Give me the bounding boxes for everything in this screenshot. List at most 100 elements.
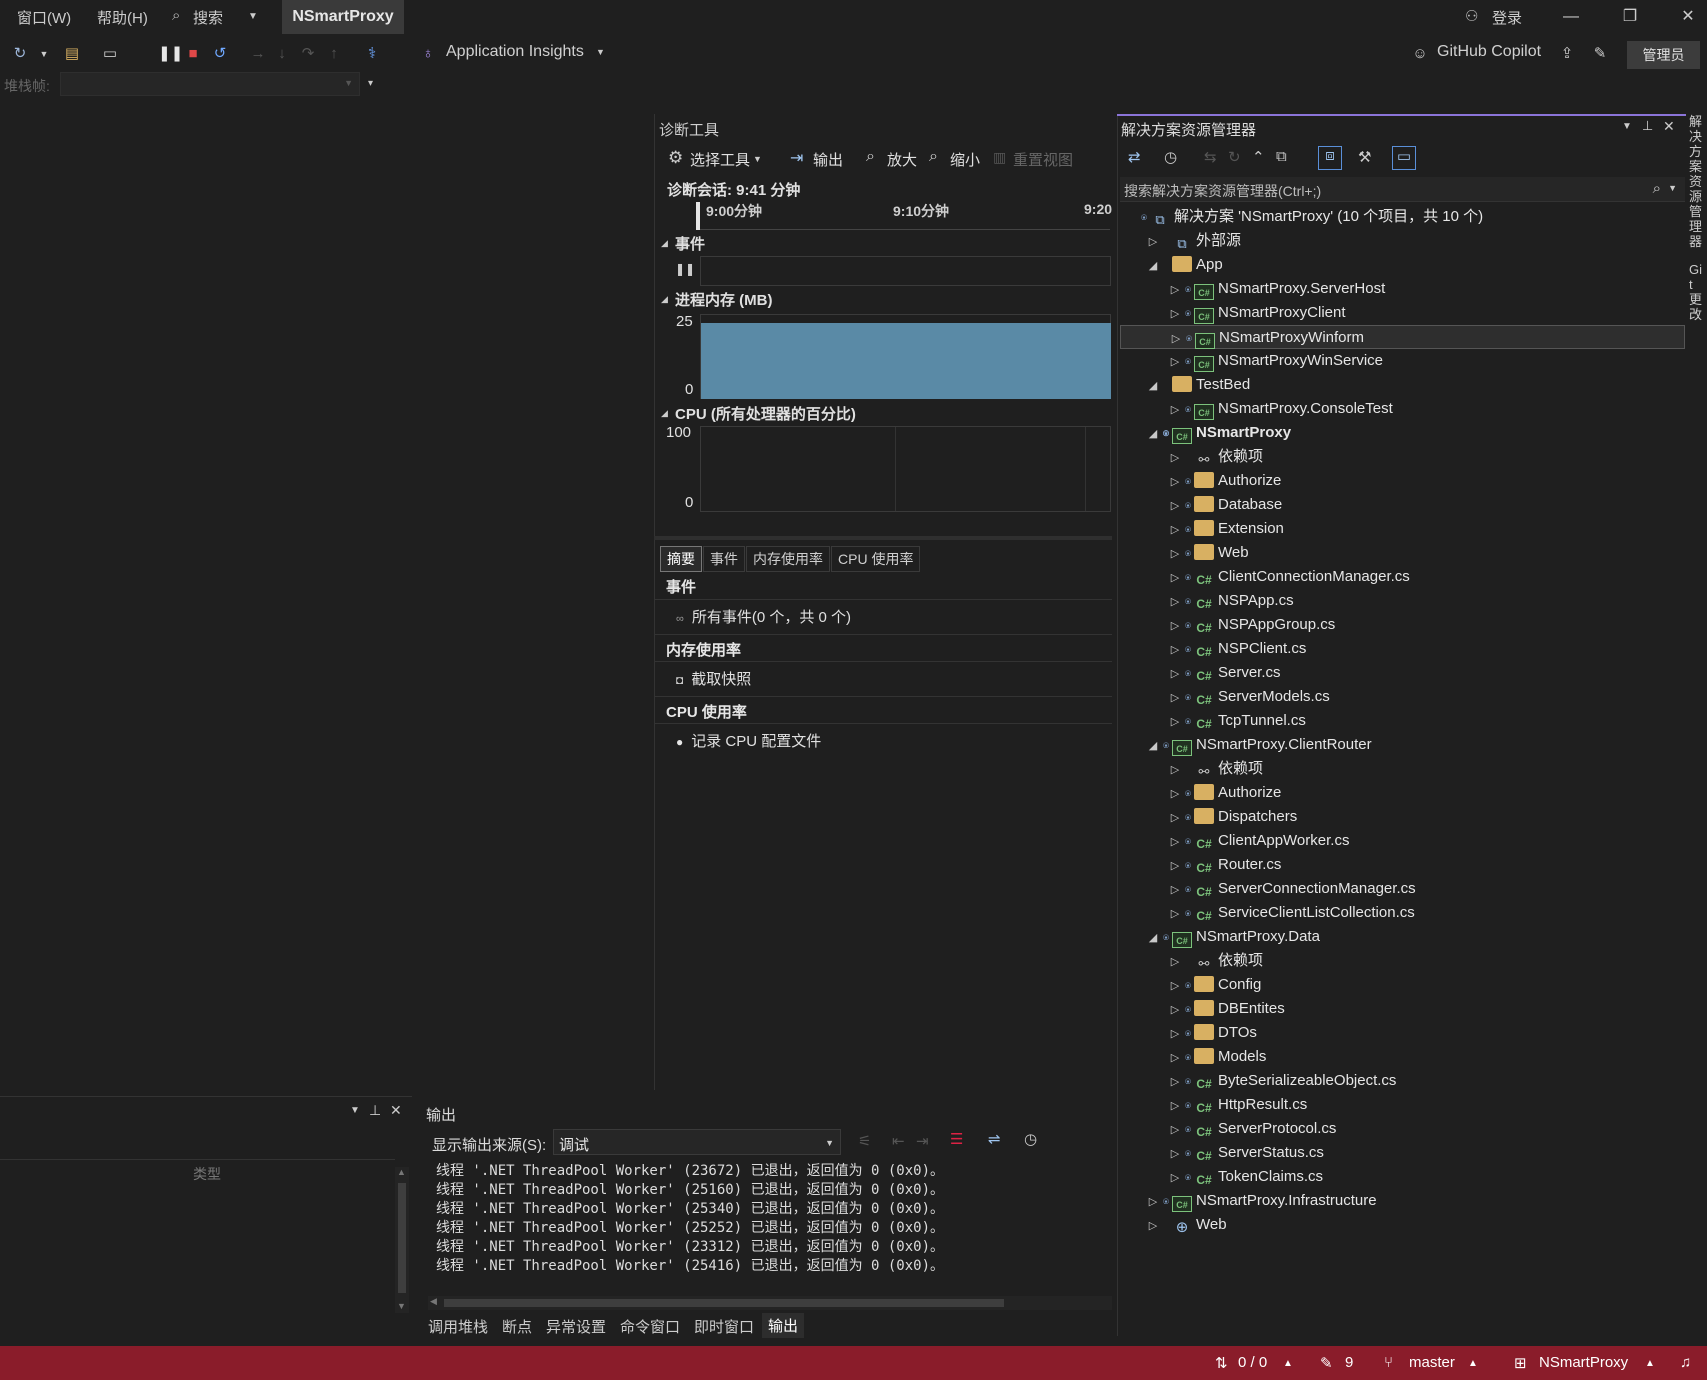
search-icon[interactable]: ⌕ <box>172 7 180 24</box>
tree-item[interactable]: ▷ ⍟ C# ServerProtocol.cs <box>1120 1117 1685 1141</box>
expand-icon[interactable]: ▷ <box>1168 710 1182 734</box>
expand-icon[interactable]: ▷ <box>1168 758 1182 782</box>
zoom-in-button[interactable]: 放大 <box>887 149 917 170</box>
expand-icon[interactable]: ▷ <box>1168 686 1182 710</box>
expand-icon[interactable]: ▷ <box>1168 278 1182 302</box>
feedback-icon[interactable]: ✎ <box>1590 44 1610 64</box>
close-window-button[interactable]: ✕ <box>1675 4 1701 30</box>
tree-item[interactable]: ◢ App <box>1120 253 1685 277</box>
tree-item[interactable]: ▷ ⍟ Extension <box>1120 517 1685 541</box>
expand-icon[interactable]: ▷ <box>1168 1022 1182 1046</box>
expand-icon[interactable]: ▷ <box>1168 902 1182 926</box>
minimize-button[interactable]: — <box>1558 4 1584 30</box>
show-all-icon[interactable]: ⧈ <box>1318 146 1342 170</box>
chevron-down-icon[interactable]: ▼ <box>350 1105 360 1116</box>
tab-immediate-window[interactable]: 即时窗口 <box>694 1316 754 1337</box>
chevron-down-icon[interactable]: ▼ <box>753 154 762 164</box>
expand-icon[interactable]: ▷ <box>1168 1070 1182 1094</box>
close-icon[interactable]: ✕ <box>1663 118 1675 135</box>
tree-item[interactable]: ▷ ⍟ C# NSmartProxy.ConsoleTest <box>1120 397 1685 421</box>
time-cursor[interactable] <box>696 202 700 230</box>
pause-icon[interactable]: ❚❚ <box>158 44 183 64</box>
collapse-icon[interactable]: ◢ <box>661 294 668 305</box>
expand-icon[interactable]: ▷ <box>1169 327 1183 351</box>
expand-icon[interactable]: ▷ <box>1168 398 1182 422</box>
expand-icon[interactable]: ▷ <box>1168 974 1182 998</box>
zoom-out-button[interactable]: 缩小 <box>950 149 980 170</box>
tree-item[interactable]: ▷ ⍟ Models <box>1120 1045 1685 1069</box>
tab-call-stack[interactable]: 调用堆栈 <box>428 1316 488 1337</box>
tree-item[interactable]: ▷ ⊕ Web <box>1120 1213 1685 1237</box>
chevron-up-icon[interactable]: ▲ <box>1468 1358 1478 1369</box>
history-icon[interactable]: ◷ <box>1164 148 1177 166</box>
copy-icon[interactable]: ⧉ <box>1276 148 1287 165</box>
tree-item[interactable]: ▷ ⍟ C# TcpTunnel.cs <box>1120 709 1685 733</box>
expand-icon[interactable]: ▷ <box>1168 566 1182 590</box>
tree-item[interactable]: ▷ ⍟ Config <box>1120 973 1685 997</box>
expand-icon[interactable]: ▷ <box>1168 1046 1182 1070</box>
collapse-icon[interactable]: ◢ <box>1146 734 1160 758</box>
rail-tab-git-changes[interactable]: Git 更改 <box>1689 262 1705 322</box>
zoom-in-icon[interactable]: ⌕ <box>866 148 875 166</box>
wrench-icon[interactable]: ⚒ <box>1358 148 1371 166</box>
back-icon[interactable]: ⇆ <box>1204 148 1217 166</box>
tree-item[interactable]: ▷ ⍟ C# NSPAppGroup.cs <box>1120 613 1685 637</box>
expand-icon[interactable]: ▷ <box>1168 998 1182 1022</box>
share-icon[interactable]: ⇪ <box>1557 44 1577 64</box>
chevron-down-icon[interactable]: ▼ <box>34 44 54 64</box>
menu-window[interactable]: 窗口(W) <box>17 7 71 28</box>
tree-item[interactable]: ▷ ⍟ DBEntites <box>1120 997 1685 1021</box>
step-out-icon[interactable]: ↑ <box>324 44 344 64</box>
expand-icon[interactable]: ▷ <box>1168 614 1182 638</box>
account-icon[interactable]: ⚇ <box>1465 7 1478 25</box>
tree-item[interactable]: ▷ ⍟ C# NSmartProxy.Infrastructure <box>1120 1189 1685 1213</box>
tree-item[interactable]: ◢ ⍟ C# NSmartProxy.ClientRouter <box>1120 733 1685 757</box>
expand-icon[interactable]: ▷ <box>1168 494 1182 518</box>
tab-breakpoints[interactable]: 断点 <box>502 1316 532 1337</box>
tree-item[interactable]: ▷ ⍟ C# ClientAppWorker.cs <box>1120 829 1685 853</box>
layout-icon[interactable]: ▭ <box>100 44 120 64</box>
record-cpu-item[interactable]: ● 记录 CPU 配置文件 <box>654 726 1112 756</box>
expand-icon[interactable]: ▷ <box>1168 302 1182 326</box>
tree-item[interactable]: ▷ ⍟ C# NSmartProxy.ServerHost <box>1120 277 1685 301</box>
stack-frame-select[interactable]: ▼ <box>60 72 360 96</box>
chevron-up-icon[interactable]: ▲ <box>1283 1358 1293 1369</box>
admin-badge[interactable]: 管理员 <box>1627 41 1700 69</box>
timestamp-icon[interactable]: ◷ <box>1024 1130 1037 1148</box>
expand-icon[interactable]: ▷ <box>1168 950 1182 974</box>
chevron-down-icon[interactable]: ▼ <box>248 11 258 22</box>
tree-item[interactable]: ▷ ⍟ C# TokenClaims.cs <box>1120 1165 1685 1189</box>
tree-item[interactable]: ▷ ⍟ C# ByteSerializeableObject.cs <box>1120 1069 1685 1093</box>
zoom-out-icon[interactable]: ⌕ <box>929 148 938 166</box>
tree-item[interactable]: ◢ TestBed <box>1120 373 1685 397</box>
tree-item[interactable]: ▷ ⧉ 外部源 <box>1120 229 1685 253</box>
expand-icon[interactable]: ▷ <box>1168 1166 1182 1190</box>
expand-icon[interactable]: ▷ <box>1168 446 1182 470</box>
collapse-all-icon[interactable]: ⌃ <box>1252 148 1265 166</box>
all-events-item[interactable]: ∞ 所有事件(0 个，共 0 个) <box>654 602 1112 632</box>
tree-item[interactable]: ▷ ⍟ C# Server.cs <box>1120 661 1685 685</box>
gear-icon[interactable]: ⚙ <box>668 148 683 168</box>
expand-icon[interactable]: ▷ <box>1168 590 1182 614</box>
preview-icon[interactable]: ▭ <box>1392 146 1416 170</box>
refresh-icon[interactable]: ↻ <box>10 44 30 64</box>
stop-icon[interactable]: ■ <box>183 44 203 64</box>
tab-summary[interactable]: 摘要 <box>660 546 702 572</box>
tree-item[interactable]: ▷ ⍟ C# ServerStatus.cs <box>1120 1141 1685 1165</box>
output-button[interactable]: 输出 <box>813 149 843 170</box>
expand-icon[interactable]: ▷ <box>1146 1190 1160 1214</box>
tree-item[interactable]: ▷ ⚯ 依赖项 <box>1120 757 1685 781</box>
splitter[interactable] <box>654 536 1112 540</box>
pin-icon[interactable]: ⊥ <box>1642 118 1653 134</box>
sync-icon[interactable]: ⇄ <box>1128 148 1141 166</box>
tree-item[interactable]: ▷ ⚯ 依赖项 <box>1120 949 1685 973</box>
search-icon[interactable]: ⌕ <box>1653 180 1661 197</box>
column-header-type[interactable]: 类型 <box>193 1164 221 1184</box>
select-tools-button[interactable]: 选择工具 <box>690 149 750 170</box>
sync-status[interactable]: 0 / 0 <box>1238 1354 1267 1371</box>
lightbulb-icon[interactable]: ♁ <box>418 44 438 64</box>
tree-item[interactable]: ▷ ⍟ C# NSmartProxyWinform <box>1120 325 1685 349</box>
tree-item[interactable]: ▷ ⍟ C# NSPApp.cs <box>1120 589 1685 613</box>
expand-icon[interactable]: ▷ <box>1168 1094 1182 1118</box>
expand-icon[interactable]: ▷ <box>1168 830 1182 854</box>
